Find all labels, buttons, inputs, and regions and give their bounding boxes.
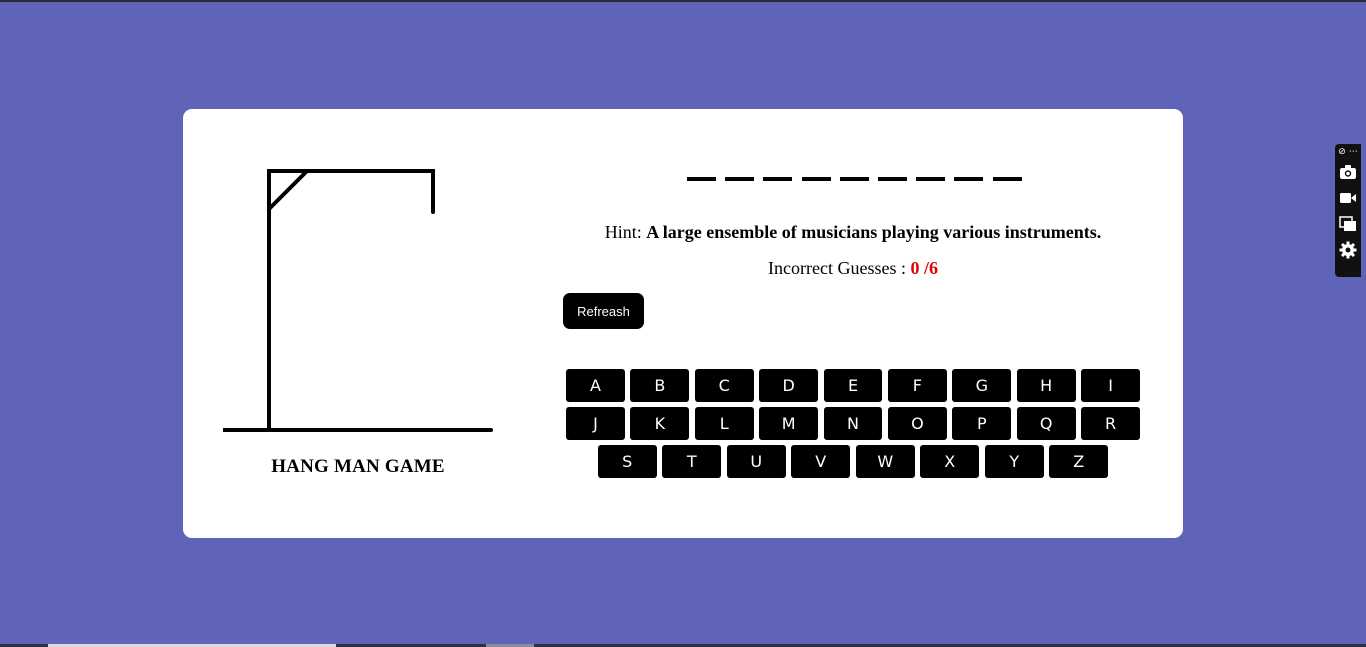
hint-label: Hint: xyxy=(604,222,642,242)
keyboard-row-1: ABCDEFGHI xyxy=(566,369,1141,402)
incorrect-guesses-label: Incorrect Guesses : xyxy=(768,258,906,278)
incorrect-guesses-count: 0 /6 xyxy=(910,258,938,278)
widget-top-glyph[interactable]: ⊘ ⋯ xyxy=(1338,146,1357,158)
key-f[interactable]: F xyxy=(887,369,947,402)
key-a[interactable]: A xyxy=(566,369,625,402)
key-s[interactable]: S xyxy=(597,445,657,478)
key-e[interactable]: E xyxy=(823,369,883,402)
key-g[interactable]: G xyxy=(952,369,1012,402)
game-card: HANG MAN GAME Hint: A large ensemble of … xyxy=(183,109,1183,538)
camera-icon[interactable] xyxy=(1337,160,1359,184)
letter-keyboard: ABCDEFGHI JKLMNOPQR STUVWXYZ xyxy=(566,369,1141,483)
key-u[interactable]: U xyxy=(726,445,786,478)
key-t[interactable]: T xyxy=(662,445,722,478)
hint: Hint: A large ensemble of musicians play… xyxy=(563,222,1143,243)
letter-blank xyxy=(992,177,1022,181)
key-v[interactable]: V xyxy=(791,445,851,478)
keyboard-row-2: JKLMNOPQR xyxy=(566,407,1141,440)
key-q[interactable]: Q xyxy=(1016,407,1076,440)
key-r[interactable]: R xyxy=(1081,407,1141,440)
letter-blank xyxy=(725,177,755,181)
top-border xyxy=(0,0,1366,2)
key-b[interactable]: B xyxy=(630,369,690,402)
key-m[interactable]: M xyxy=(759,407,819,440)
hint-text: A large ensemble of musicians playing va… xyxy=(646,222,1102,242)
letter-blank xyxy=(801,177,831,181)
key-p[interactable]: P xyxy=(952,407,1012,440)
gallows-drawing xyxy=(223,169,493,432)
key-i[interactable]: I xyxy=(1081,369,1141,402)
keyboard-row-3: STUVWXYZ xyxy=(566,445,1140,478)
video-icon[interactable] xyxy=(1337,186,1359,210)
windows-icon[interactable] xyxy=(1337,212,1359,236)
gallows-brace xyxy=(267,169,309,211)
gear-icon[interactable] xyxy=(1337,238,1359,262)
key-o[interactable]: O xyxy=(887,407,947,440)
key-z[interactable]: Z xyxy=(1049,445,1109,478)
key-l[interactable]: L xyxy=(694,407,754,440)
key-n[interactable]: N xyxy=(823,407,883,440)
letter-blank xyxy=(687,177,716,181)
key-j[interactable]: J xyxy=(566,407,625,440)
screen-capture-widget: ⊘ ⋯ xyxy=(1335,144,1361,277)
refresh-button[interactable]: Refreash xyxy=(563,293,644,329)
game-title: HANG MAN GAME xyxy=(271,456,445,477)
key-x[interactable]: X xyxy=(920,445,980,478)
letter-blank xyxy=(839,177,869,181)
key-c[interactable]: C xyxy=(694,369,754,402)
incorrect-guesses: Incorrect Guesses : 0 /6 xyxy=(563,258,1143,279)
word-blanks xyxy=(687,175,1022,183)
letter-blank xyxy=(763,177,793,181)
key-w[interactable]: W xyxy=(855,445,915,478)
key-h[interactable]: H xyxy=(1016,369,1076,402)
letter-blank xyxy=(916,177,946,181)
key-d[interactable]: D xyxy=(759,369,819,402)
key-y[interactable]: Y xyxy=(984,445,1044,478)
key-k[interactable]: K xyxy=(630,407,690,440)
letter-blank xyxy=(877,177,907,181)
letter-blank xyxy=(954,177,984,181)
